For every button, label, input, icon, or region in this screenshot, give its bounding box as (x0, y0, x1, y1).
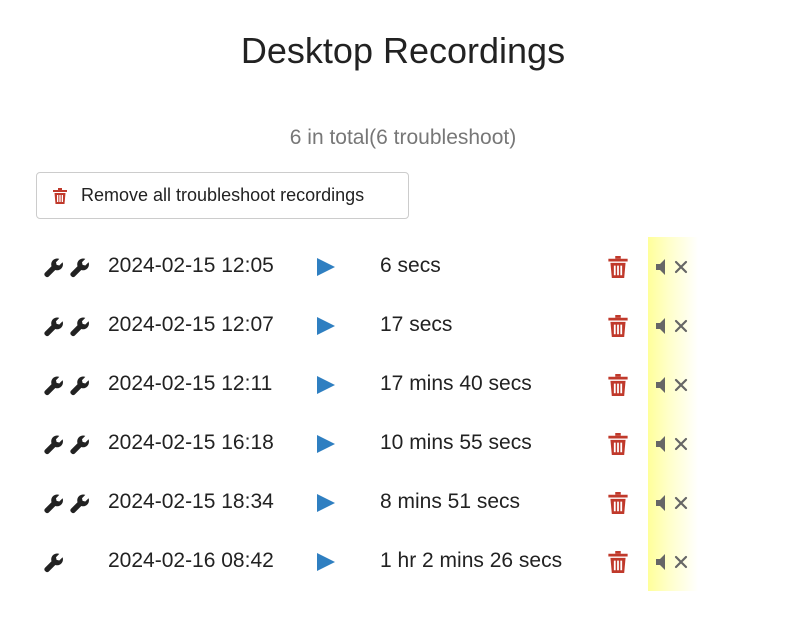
play-icon[interactable] (316, 434, 336, 454)
play-icon[interactable] (316, 316, 336, 336)
recording-date: 2024-02-15 12:07 (108, 313, 274, 336)
page-title: Desktop Recordings (240, 30, 566, 71)
trash-icon[interactable] (608, 492, 628, 514)
troubleshoot-markers (44, 494, 90, 514)
desktop-recordings-page: Desktop Recordings 6 in total(6 troubles… (0, 0, 806, 644)
play-icon[interactable] (316, 493, 336, 513)
recording-duration: 17 mins 40 secs (380, 372, 532, 395)
recording-date: 2024-02-15 16:18 (108, 431, 274, 454)
wrench-icon (44, 553, 64, 573)
trash-icon[interactable] (608, 315, 628, 337)
mute-icon[interactable] (655, 553, 691, 571)
remove-all-troubleshoot-button[interactable]: Remove all troubleshoot recordings (36, 172, 409, 219)
recording-row: 2024-02-15 16:18 10 mins 55 secs (0, 414, 806, 473)
recording-duration: 17 secs (380, 313, 453, 336)
troubleshoot-markers (44, 553, 64, 573)
mute-icon[interactable] (655, 376, 691, 394)
recording-duration: 8 mins 51 secs (380, 490, 521, 513)
troubleshoot-markers (44, 435, 90, 455)
wrench-icon (44, 494, 64, 514)
wrench-icon (70, 376, 90, 396)
recording-date: 2024-02-15 12:11 (108, 372, 273, 395)
recording-duration: 10 mins 55 secs (380, 431, 532, 454)
wrench-icon (70, 435, 90, 455)
recording-row: 2024-02-15 18:34 8 mins 51 secs (0, 473, 806, 532)
troubleshoot-markers (44, 258, 90, 278)
recording-date: 2024-02-15 18:34 (108, 490, 274, 513)
mute-icon[interactable] (655, 435, 691, 453)
troubleshoot-markers (44, 376, 90, 396)
recording-date: 2024-02-15 12:05 (108, 254, 274, 277)
trash-icon (53, 187, 67, 204)
mute-icon[interactable] (655, 317, 691, 335)
recording-row: 2024-02-15 12:05 6 secs (0, 237, 806, 296)
trash-icon[interactable] (608, 256, 628, 278)
recording-row: 2024-02-16 08:42 1 hr 2 mins 26 secs (0, 532, 806, 591)
recording-duration: 1 hr 2 mins 26 secs (380, 549, 563, 572)
recording-duration: 6 secs (380, 254, 441, 277)
recording-row: 2024-02-15 12:07 17 secs (0, 296, 806, 355)
troubleshoot-markers (44, 317, 90, 337)
trash-icon[interactable] (608, 374, 628, 396)
wrench-icon (70, 494, 90, 514)
trash-icon[interactable] (608, 433, 628, 455)
play-icon[interactable] (316, 552, 336, 572)
trash-icon[interactable] (608, 551, 628, 573)
remove-all-label: Remove all troubleshoot recordings (81, 185, 365, 205)
wrench-icon (44, 435, 64, 455)
wrench-icon (44, 258, 64, 278)
mute-icon[interactable] (655, 494, 691, 512)
recording-date: 2024-02-16 08:42 (108, 549, 274, 572)
wrench-icon (70, 258, 90, 278)
wrench-icon (44, 376, 64, 396)
play-icon[interactable] (316, 257, 336, 277)
recordings-summary: 6 in total(6 troubleshoot) (289, 126, 517, 149)
wrench-icon (70, 317, 90, 337)
wrench-icon (44, 317, 64, 337)
play-icon[interactable] (316, 375, 336, 395)
recording-row: 2024-02-15 12:11 17 mins 40 secs (0, 355, 806, 414)
mute-icon[interactable] (655, 258, 691, 276)
